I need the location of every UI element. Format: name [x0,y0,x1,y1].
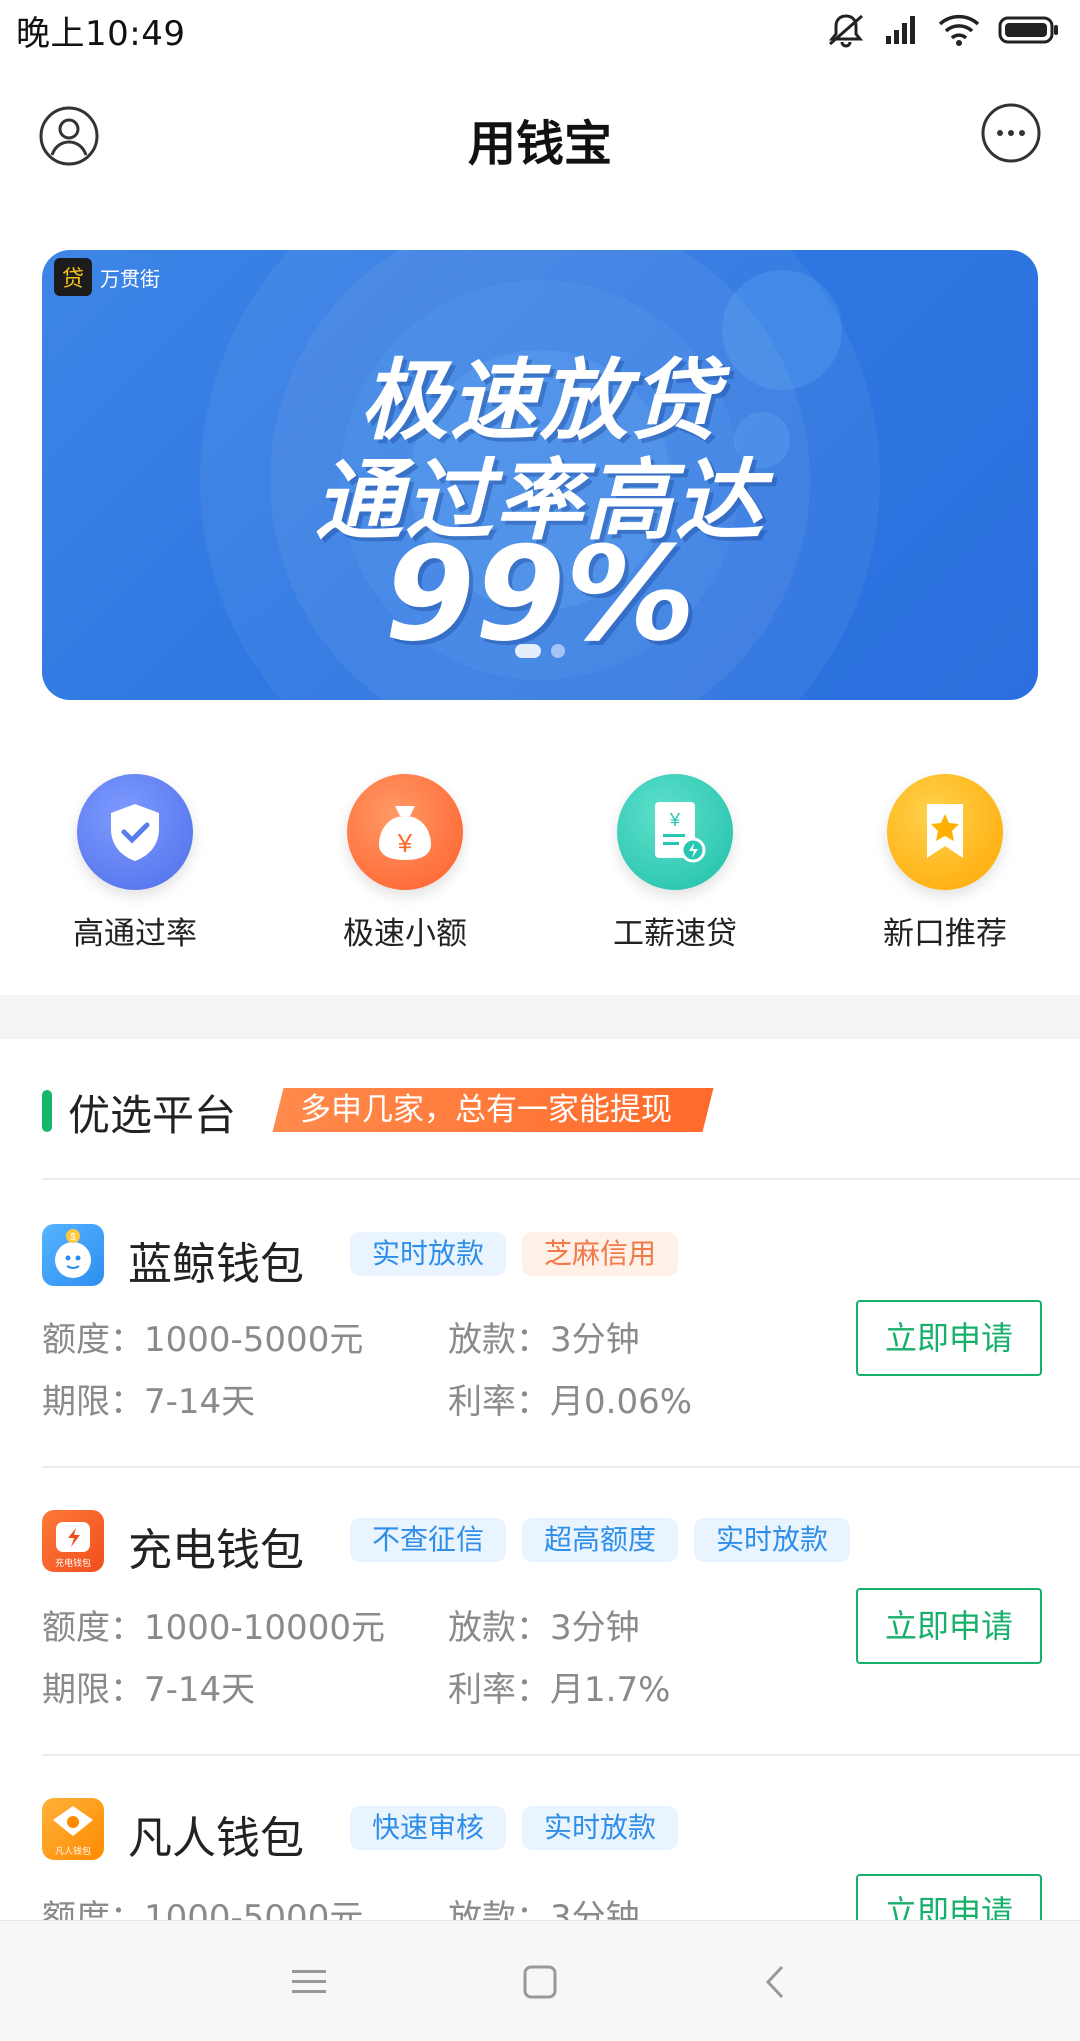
battery-icon [998,15,1060,45]
menu-icon[interactable] [284,1957,334,2007]
quick-menu: 高通过率 ¥ 极速小额 ¥ 工薪速贷 新口推荐 [0,770,1080,960]
apply-button[interactable]: 立即申请 [856,1300,1042,1376]
svg-text:¥: ¥ [669,810,681,830]
money-bag-icon: ¥ [347,774,463,890]
product-amount: 额度：1000-10000元 [42,1608,385,1648]
status-bar: 晚上10:49 [0,0,1080,60]
fanren-wallet-icon: 凡人钱包 [42,1798,104,1860]
product-tags: 不查征信 超高额度 实时放款 [350,1518,851,1562]
quick-label: 高通过率 [73,916,197,952]
section-accent-bar [42,1090,52,1132]
product-tag: 实时放款 [694,1518,851,1562]
product-item-chongdian[interactable]: 充电钱包 充电钱包 不查征信 超高额度 实时放款 额度：1000-10000元 … [0,1510,1080,1794]
product-term: 期限：7-14天 [42,1670,256,1710]
product-name: 凡人钱包 [128,1813,304,1864]
product-rate: 利率：月0.06% [448,1382,693,1422]
product-amount: 额度：1000-5000元 [42,1898,364,1920]
svg-text:充电钱包: 充电钱包 [55,1557,91,1568]
shield-check-icon [77,774,193,890]
divider [42,1754,1080,1756]
back-icon[interactable] [750,1957,800,2007]
star-bookmark-icon [887,774,1003,890]
product-tags: 实时放款 芝麻信用 [350,1232,679,1276]
product-tag: 实时放款 [522,1806,679,1850]
section-gap [0,995,1080,1039]
product-amount: 额度：1000-5000元 [42,1320,364,1360]
brand-name: 万贯街 [100,266,160,291]
product-tag: 超高额度 [522,1518,679,1562]
banner-pagination [42,644,1038,658]
page-title: 用钱宝 [467,116,612,172]
system-nav-bar [0,1920,1080,2041]
quick-label: 新口推荐 [883,916,1007,952]
section-title: 优选平台 [68,1091,237,1140]
product-name: 充电钱包 [128,1525,304,1576]
charging-wallet-icon: 充电钱包 [42,1510,104,1572]
product-name: 蓝鲸钱包 [128,1239,304,1290]
svg-text:凡人钱包: 凡人钱包 [55,1845,91,1856]
product-rate: 利率：月1.7% [448,1670,671,1710]
status-time: 晚上10:49 [16,14,186,54]
quick-label: 工薪速贷 [613,916,737,952]
svg-text:$: $ [70,1232,76,1243]
pagination-dot[interactable] [515,644,541,658]
signal-icon [884,14,920,46]
product-speed: 放款：3分钟 [448,1898,640,1920]
product-item-fanren[interactable]: 凡人钱包 凡人钱包 快速审核 实时放款 额度：1000-5000元 放款：3分钟… [0,1798,1080,1920]
apply-button[interactable]: 立即申请 [856,1874,1042,1920]
svg-text:¥: ¥ [397,828,413,858]
promo-banner[interactable]: 贷 万贯街 极速放贷 通过率高达 99% [42,250,1038,700]
app-header: 用钱宝 [0,80,1080,190]
product-tag: 不查征信 [350,1518,507,1562]
quick-item-salary-loan[interactable]: ¥ 工薪速贷 [540,770,810,960]
banner-brand: 贷 万贯街 [54,258,160,296]
product-speed: 放款：3分钟 [448,1320,640,1360]
product-tags: 快速审核 实时放款 [350,1806,679,1850]
pagination-dot[interactable] [551,644,565,658]
product-tag: 实时放款 [350,1232,507,1276]
quick-label: 极速小额 [343,916,467,952]
mute-icon [826,12,866,48]
product-tag: 芝麻信用 [522,1232,679,1276]
wifi-icon [938,14,980,46]
product-tag: 快速审核 [350,1806,507,1850]
home-icon[interactable] [515,1957,565,2007]
quick-item-high-pass[interactable]: 高通过率 [0,770,270,960]
quick-item-new-recommend[interactable]: 新口推荐 [810,770,1080,960]
quick-item-fast-small[interactable]: ¥ 极速小额 [270,770,540,960]
receipt-icon: ¥ [617,774,733,890]
apply-button[interactable]: 立即申请 [856,1588,1042,1664]
product-term: 期限：7-14天 [42,1382,256,1422]
more-icon[interactable] [980,102,1042,164]
product-speed: 放款：3分钟 [448,1608,640,1648]
section-header: 优选平台 多申几家，总有一家能提现 [0,1080,1080,1180]
section-tag: 多申几家，总有一家能提现 [272,1088,714,1132]
divider [42,1466,1080,1468]
blue-whale-icon: $ [42,1224,104,1286]
status-icons [826,12,1060,48]
brand-logo-icon: 贷 [54,258,92,296]
divider [42,1178,1080,1180]
